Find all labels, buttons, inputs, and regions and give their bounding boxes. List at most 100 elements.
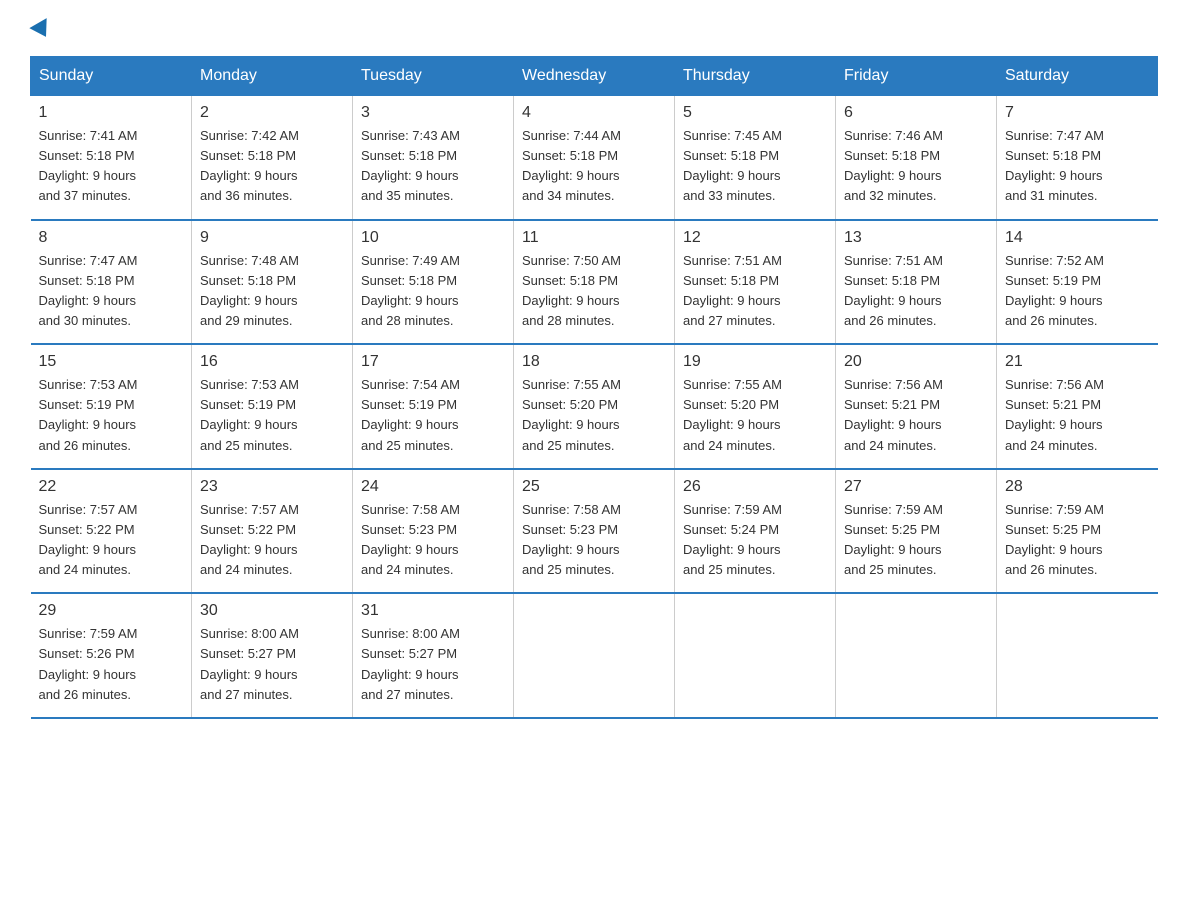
day-number: 31 [361,602,505,620]
day-info: Sunrise: 7:56 AMSunset: 5:21 PMDaylight:… [844,375,988,456]
day-info: Sunrise: 7:47 AMSunset: 5:18 PMDaylight:… [1005,126,1150,207]
calendar-cell: 28 Sunrise: 7:59 AMSunset: 5:25 PMDaylig… [997,469,1158,594]
calendar-cell: 12 Sunrise: 7:51 AMSunset: 5:18 PMDaylig… [675,220,836,345]
calendar-cell [997,593,1158,718]
calendar-cell: 29 Sunrise: 7:59 AMSunset: 5:26 PMDaylig… [31,593,192,718]
column-header-tuesday: Tuesday [353,57,514,96]
day-info: Sunrise: 7:59 AMSunset: 5:26 PMDaylight:… [39,624,184,705]
calendar-week-row: 22 Sunrise: 7:57 AMSunset: 5:22 PMDaylig… [31,469,1158,594]
calendar-cell: 11 Sunrise: 7:50 AMSunset: 5:18 PMDaylig… [514,220,675,345]
calendar-cell: 25 Sunrise: 7:58 AMSunset: 5:23 PMDaylig… [514,469,675,594]
day-info: Sunrise: 7:46 AMSunset: 5:18 PMDaylight:… [844,126,988,207]
calendar-cell: 17 Sunrise: 7:54 AMSunset: 5:19 PMDaylig… [353,344,514,469]
day-number: 3 [361,104,505,122]
logo-triangle-icon [29,18,54,42]
day-number: 19 [683,353,827,371]
day-number: 30 [200,602,344,620]
calendar-cell: 27 Sunrise: 7:59 AMSunset: 5:25 PMDaylig… [836,469,997,594]
day-info: Sunrise: 7:53 AMSunset: 5:19 PMDaylight:… [200,375,344,456]
day-number: 28 [1005,478,1150,496]
day-number: 21 [1005,353,1150,371]
calendar-cell: 23 Sunrise: 7:57 AMSunset: 5:22 PMDaylig… [192,469,353,594]
day-info: Sunrise: 7:55 AMSunset: 5:20 PMDaylight:… [683,375,827,456]
column-header-sunday: Sunday [31,57,192,96]
calendar-week-row: 1 Sunrise: 7:41 AMSunset: 5:18 PMDayligh… [31,96,1158,220]
day-info: Sunrise: 8:00 AMSunset: 5:27 PMDaylight:… [361,624,505,705]
column-header-monday: Monday [192,57,353,96]
day-info: Sunrise: 7:56 AMSunset: 5:21 PMDaylight:… [1005,375,1150,456]
day-number: 12 [683,229,827,247]
day-number: 11 [522,229,666,247]
logo [30,20,54,36]
day-info: Sunrise: 7:55 AMSunset: 5:20 PMDaylight:… [522,375,666,456]
calendar-cell: 18 Sunrise: 7:55 AMSunset: 5:20 PMDaylig… [514,344,675,469]
calendar-cell: 26 Sunrise: 7:59 AMSunset: 5:24 PMDaylig… [675,469,836,594]
day-number: 22 [39,478,184,496]
day-info: Sunrise: 7:51 AMSunset: 5:18 PMDaylight:… [844,251,988,332]
day-info: Sunrise: 7:45 AMSunset: 5:18 PMDaylight:… [683,126,827,207]
day-info: Sunrise: 7:47 AMSunset: 5:18 PMDaylight:… [39,251,184,332]
calendar-week-row: 15 Sunrise: 7:53 AMSunset: 5:19 PMDaylig… [31,344,1158,469]
day-info: Sunrise: 7:41 AMSunset: 5:18 PMDaylight:… [39,126,184,207]
day-info: Sunrise: 7:58 AMSunset: 5:23 PMDaylight:… [522,500,666,581]
calendar-cell: 22 Sunrise: 7:57 AMSunset: 5:22 PMDaylig… [31,469,192,594]
calendar-cell: 10 Sunrise: 7:49 AMSunset: 5:18 PMDaylig… [353,220,514,345]
calendar-cell: 31 Sunrise: 8:00 AMSunset: 5:27 PMDaylig… [353,593,514,718]
day-number: 29 [39,602,184,620]
day-number: 13 [844,229,988,247]
day-number: 7 [1005,104,1150,122]
day-info: Sunrise: 7:59 AMSunset: 5:25 PMDaylight:… [1005,500,1150,581]
day-number: 8 [39,229,184,247]
day-number: 9 [200,229,344,247]
day-info: Sunrise: 7:53 AMSunset: 5:19 PMDaylight:… [39,375,184,456]
day-info: Sunrise: 7:48 AMSunset: 5:18 PMDaylight:… [200,251,344,332]
day-info: Sunrise: 7:42 AMSunset: 5:18 PMDaylight:… [200,126,344,207]
day-number: 5 [683,104,827,122]
calendar-cell: 9 Sunrise: 7:48 AMSunset: 5:18 PMDayligh… [192,220,353,345]
day-info: Sunrise: 7:51 AMSunset: 5:18 PMDaylight:… [683,251,827,332]
day-number: 1 [39,104,184,122]
day-number: 20 [844,353,988,371]
page-header [30,20,1158,36]
calendar-cell: 7 Sunrise: 7:47 AMSunset: 5:18 PMDayligh… [997,96,1158,220]
day-info: Sunrise: 7:57 AMSunset: 5:22 PMDaylight:… [39,500,184,581]
day-number: 17 [361,353,505,371]
day-info: Sunrise: 7:58 AMSunset: 5:23 PMDaylight:… [361,500,505,581]
column-header-friday: Friday [836,57,997,96]
day-info: Sunrise: 7:59 AMSunset: 5:25 PMDaylight:… [844,500,988,581]
calendar-cell: 21 Sunrise: 7:56 AMSunset: 5:21 PMDaylig… [997,344,1158,469]
day-info: Sunrise: 7:57 AMSunset: 5:22 PMDaylight:… [200,500,344,581]
calendar-cell: 30 Sunrise: 8:00 AMSunset: 5:27 PMDaylig… [192,593,353,718]
calendar-cell: 24 Sunrise: 7:58 AMSunset: 5:23 PMDaylig… [353,469,514,594]
calendar-cell: 19 Sunrise: 7:55 AMSunset: 5:20 PMDaylig… [675,344,836,469]
calendar-cell [675,593,836,718]
calendar-cell: 4 Sunrise: 7:44 AMSunset: 5:18 PMDayligh… [514,96,675,220]
calendar-table: SundayMondayTuesdayWednesdayThursdayFrid… [30,56,1158,719]
calendar-week-row: 8 Sunrise: 7:47 AMSunset: 5:18 PMDayligh… [31,220,1158,345]
calendar-cell: 2 Sunrise: 7:42 AMSunset: 5:18 PMDayligh… [192,96,353,220]
day-info: Sunrise: 7:52 AMSunset: 5:19 PMDaylight:… [1005,251,1150,332]
day-number: 10 [361,229,505,247]
day-info: Sunrise: 8:00 AMSunset: 5:27 PMDaylight:… [200,624,344,705]
column-header-thursday: Thursday [675,57,836,96]
day-number: 14 [1005,229,1150,247]
day-number: 23 [200,478,344,496]
calendar-header-row: SundayMondayTuesdayWednesdayThursdayFrid… [31,57,1158,96]
day-number: 24 [361,478,505,496]
calendar-cell: 3 Sunrise: 7:43 AMSunset: 5:18 PMDayligh… [353,96,514,220]
calendar-cell: 15 Sunrise: 7:53 AMSunset: 5:19 PMDaylig… [31,344,192,469]
day-number: 4 [522,104,666,122]
day-info: Sunrise: 7:54 AMSunset: 5:19 PMDaylight:… [361,375,505,456]
calendar-week-row: 29 Sunrise: 7:59 AMSunset: 5:26 PMDaylig… [31,593,1158,718]
day-number: 2 [200,104,344,122]
calendar-cell: 6 Sunrise: 7:46 AMSunset: 5:18 PMDayligh… [836,96,997,220]
calendar-cell: 1 Sunrise: 7:41 AMSunset: 5:18 PMDayligh… [31,96,192,220]
calendar-cell: 20 Sunrise: 7:56 AMSunset: 5:21 PMDaylig… [836,344,997,469]
column-header-saturday: Saturday [997,57,1158,96]
column-header-wednesday: Wednesday [514,57,675,96]
calendar-cell: 16 Sunrise: 7:53 AMSunset: 5:19 PMDaylig… [192,344,353,469]
day-number: 15 [39,353,184,371]
day-number: 16 [200,353,344,371]
day-info: Sunrise: 7:49 AMSunset: 5:18 PMDaylight:… [361,251,505,332]
day-number: 6 [844,104,988,122]
